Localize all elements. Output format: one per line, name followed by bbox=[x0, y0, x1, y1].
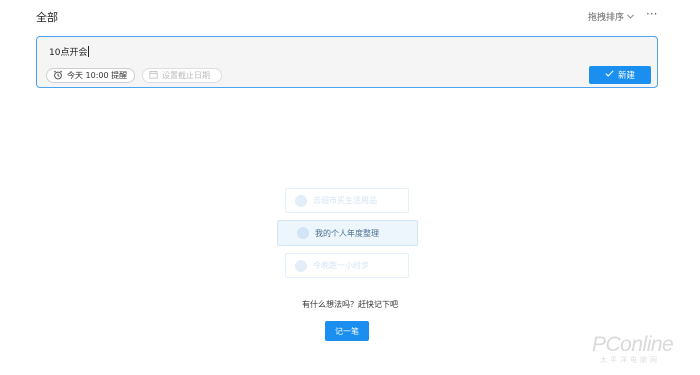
reminder-chip-label: 今天 10:00 提醒 bbox=[67, 71, 128, 80]
page-title: 全部 bbox=[36, 11, 58, 24]
watermark-logo: PConline bbox=[592, 333, 674, 356]
more-icon[interactable]: ··· bbox=[646, 7, 657, 21]
suggestion-card: 今晚跑一小时步 bbox=[285, 253, 409, 278]
task-input-box[interactable]: 10点开会 今天 10:00 提醒 设置截止日期 新建 bbox=[36, 36, 658, 88]
watermark-subtitle: 太平洋电脑网 bbox=[600, 356, 660, 364]
suggestion-label: 我的个人年度整理 bbox=[315, 228, 379, 238]
alarm-clock-icon bbox=[53, 70, 63, 82]
add-note-button[interactable]: 记一笔 bbox=[325, 321, 369, 341]
reminder-chip[interactable]: 今天 10:00 提醒 bbox=[46, 68, 135, 83]
header-bar: 全部 拖拽排序 ··· bbox=[0, 0, 700, 32]
deadline-chip[interactable]: 设置截止日期 bbox=[142, 68, 222, 83]
suggestion-label: 去超市买生活用品 bbox=[313, 196, 377, 205]
check-icon bbox=[605, 70, 614, 80]
sort-dropdown[interactable]: 拖拽排序 bbox=[588, 10, 634, 23]
create-button[interactable]: 新建 bbox=[589, 66, 651, 84]
suggestion-label: 今晚跑一小时步 bbox=[313, 261, 369, 270]
task-input-value: 10点开会 bbox=[49, 48, 88, 58]
sort-label: 拖拽排序 bbox=[588, 13, 625, 23]
circle-icon bbox=[297, 227, 309, 239]
text-caret bbox=[88, 46, 90, 57]
deadline-chip-label: 设置截止日期 bbox=[162, 71, 210, 80]
create-button-label: 新建 bbox=[617, 71, 635, 81]
watermark: PConline 太平洋电脑网 bbox=[592, 333, 692, 365]
task-input[interactable]: 10点开会 bbox=[49, 45, 90, 58]
calendar-icon bbox=[149, 70, 158, 81]
empty-state-hint: 有什么想法吗？赶快记下吧 bbox=[302, 300, 398, 309]
chevron-down-icon bbox=[627, 12, 634, 21]
circle-icon bbox=[295, 194, 307, 207]
circle-icon bbox=[295, 259, 307, 272]
suggestion-card: 去超市买生活用品 bbox=[285, 188, 409, 213]
suggestion-card: 我的个人年度整理 bbox=[277, 220, 418, 246]
